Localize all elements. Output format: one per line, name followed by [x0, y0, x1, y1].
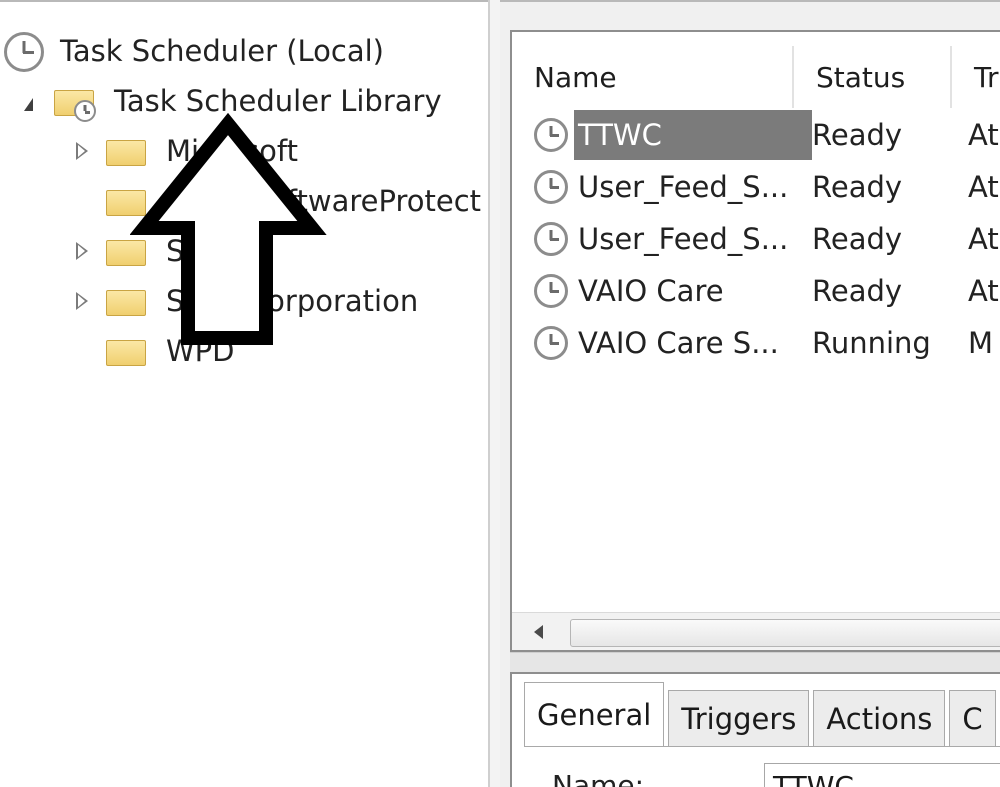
tree-item-label: WPD — [166, 334, 235, 368]
tree-item-label: Sony — [166, 234, 238, 268]
task-status: Ready — [812, 274, 903, 308]
folder-icon — [106, 284, 146, 316]
expand-icon[interactable] — [72, 141, 92, 161]
folder-icon — [106, 134, 146, 166]
tree-item-sony-corporation[interactable]: Sony Corporation — [0, 276, 488, 326]
tree-item-microsoft[interactable]: Microsoft — [0, 126, 488, 176]
task-name: User_Feed_S... — [578, 170, 789, 204]
tree-item-wpd[interactable]: WPD — [0, 326, 488, 376]
column-header-triggers[interactable]: Tr — [952, 46, 1000, 108]
folder-icon — [106, 184, 146, 216]
task-clock-icon — [534, 222, 568, 256]
task-status: Ready — [812, 118, 903, 152]
tree-item-label: Microsoft — [166, 134, 298, 168]
navigation-tree: Task Scheduler (Local) Task Scheduler Li… — [0, 0, 488, 787]
task-clock-icon — [534, 274, 568, 308]
task-name: VAIO Care S... — [578, 326, 779, 360]
horizontal-scrollbar[interactable] — [512, 612, 1000, 650]
scrollbar-thumb[interactable] — [570, 619, 1000, 647]
task-triggers: At — [968, 274, 999, 308]
task-details-pane: General Triggers Actions C Name: TTWC — [510, 672, 1000, 787]
tree-item-label: Task Scheduler (Local) — [60, 34, 384, 68]
task-row[interactable]: User_Feed_S... Ready At — [512, 162, 1000, 212]
task-list: Name Status Tr TTWC Ready At User_Feed_S… — [510, 30, 1000, 652]
task-name: User_Feed_S... — [578, 222, 789, 256]
general-tab-content: Name: TTWC — [524, 746, 1000, 787]
task-folder-icon — [54, 84, 96, 122]
tab-actions[interactable]: Actions — [813, 690, 946, 746]
column-header-status[interactable]: Status — [794, 46, 952, 108]
name-label: Name: — [552, 769, 645, 787]
tree-item-label: Sony Corporation — [166, 284, 419, 318]
clock-icon — [4, 32, 44, 72]
task-status: Running — [812, 326, 931, 360]
name-field[interactable]: TTWC — [764, 763, 1000, 787]
task-row[interactable]: VAIO Care S... Running M — [512, 318, 1000, 368]
tree-item-label: Task Scheduler Library — [114, 84, 442, 118]
collapse-icon[interactable] — [18, 94, 38, 114]
task-status: Ready — [812, 222, 903, 256]
expand-icon[interactable] — [72, 291, 92, 311]
task-triggers: At — [968, 222, 999, 256]
task-list-header: Name Status Tr — [512, 46, 1000, 108]
task-status: Ready — [812, 170, 903, 204]
folder-icon — [106, 234, 146, 266]
pane-splitter[interactable] — [488, 0, 500, 787]
scroll-left-icon[interactable] — [534, 625, 543, 639]
tree-item-sony[interactable]: Sony — [0, 226, 488, 276]
task-triggers: At — [968, 118, 999, 152]
horizontal-splitter[interactable] — [510, 652, 1000, 672]
tab-conditions[interactable]: C — [949, 690, 996, 746]
tree-item-officesoftwareprotect[interactable]: OfficeSoftwareProtect — [0, 176, 488, 226]
task-name: TTWC — [574, 110, 812, 160]
task-name: VAIO Care — [578, 274, 724, 308]
tab-triggers[interactable]: Triggers — [668, 690, 810, 746]
task-row[interactable]: TTWC Ready At — [512, 110, 1000, 160]
column-header-name[interactable]: Name — [512, 46, 794, 108]
task-row[interactable]: VAIO Care Ready At — [512, 266, 1000, 316]
tab-general[interactable]: General — [524, 682, 665, 746]
task-clock-icon — [534, 118, 568, 152]
task-triggers: M — [968, 326, 994, 360]
folder-icon — [106, 334, 146, 366]
task-row[interactable]: User_Feed_S... Ready At — [512, 214, 1000, 264]
task-triggers: At — [968, 170, 999, 204]
task-clock-icon — [534, 170, 568, 204]
tree-item-label: OfficeSoftwareProtect — [166, 184, 482, 218]
expand-icon[interactable] — [72, 241, 92, 261]
tree-item-library[interactable]: Task Scheduler Library — [0, 76, 488, 126]
task-clock-icon — [534, 326, 568, 360]
details-tabs: General Triggers Actions C — [524, 682, 1000, 746]
